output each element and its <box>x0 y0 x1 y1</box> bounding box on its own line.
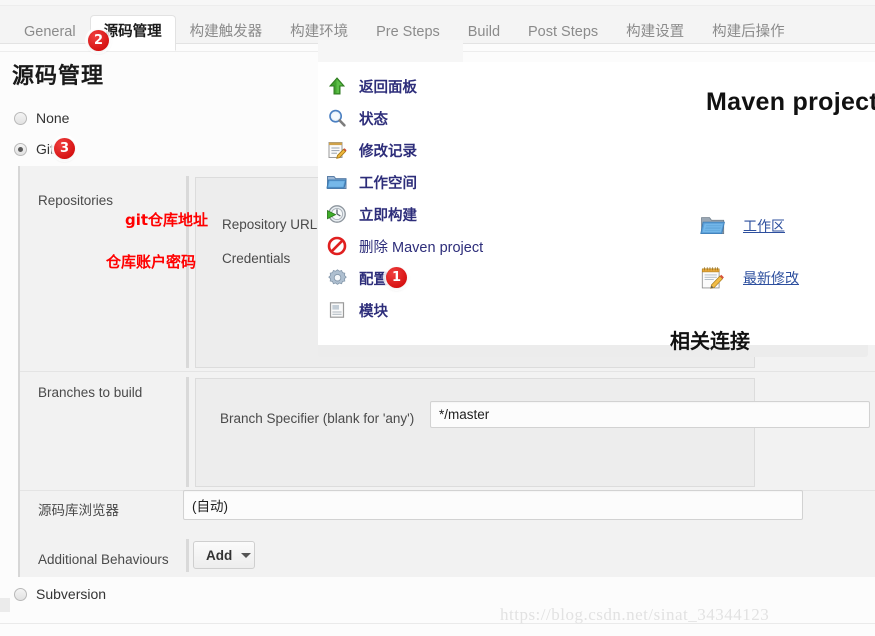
scm-option-git[interactable]: Git <box>14 142 54 156</box>
menu-item-modules[interactable]: 模块 <box>324 294 483 326</box>
blog-watermark: https://blog.csdn.net/sinat_34344123 <box>500 605 770 624</box>
repository-url-label: Repository URL <box>222 217 318 232</box>
annotation-badge-3: 3 <box>54 138 75 159</box>
menu-item-changes[interactable]: 修改记录 <box>324 134 483 166</box>
scm-option-none[interactable]: None <box>14 111 69 125</box>
scm-option-subversion[interactable]: Subversion <box>14 587 106 601</box>
gear-icon <box>324 266 350 290</box>
scm-option-subversion-label: Subversion <box>36 586 107 602</box>
project-context-menu-overlay: 返回面板 状态 修改记录 工作空间 立即构建 删除 Maven project … <box>318 62 875 353</box>
scm-option-git-label: Git <box>36 141 54 157</box>
menu-item-build-now[interactable]: 立即构建 <box>324 198 483 230</box>
tab-post-steps[interactable]: Post Steps <box>514 15 612 50</box>
project-menu-list: 返回面板 状态 修改记录 工作空间 立即构建 删除 Maven project … <box>324 70 483 326</box>
branches-panel <box>195 378 755 487</box>
page-title: 源码管理 <box>12 63 105 88</box>
latest-changes-notepad-icon <box>700 266 726 290</box>
module-icon <box>324 298 350 322</box>
repositories-label: Repositories <box>38 193 114 208</box>
credentials-label: Credentials <box>222 251 291 266</box>
menu-item-configure[interactable]: 配置 1 <box>324 262 483 294</box>
menu-item-workspace[interactable]: 工作空间 <box>324 166 483 198</box>
menu-item-status[interactable]: 状态 <box>324 102 483 134</box>
branches-divider <box>186 377 189 487</box>
menu-item-label: 删除 Maven project <box>359 239 484 256</box>
add-behaviour-button-label: Add <box>206 547 233 563</box>
annotation-credentials: 仓库账户密码 <box>106 253 197 271</box>
menu-item-delete-project[interactable]: 删除 Maven project <box>324 230 483 262</box>
tab-general[interactable]: General <box>10 15 90 50</box>
menu-item-back-to-dashboard[interactable]: 返回面板 <box>324 70 483 102</box>
menu-item-label: 修改记录 <box>359 143 417 160</box>
additional-behaviours-label: Additional Behaviours <box>38 552 169 567</box>
annotation-badge-2: 2 <box>88 30 109 51</box>
menu-item-label: 状态 <box>359 111 388 128</box>
workspace-folder-icon <box>700 214 726 238</box>
radio-subversion-icon[interactable] <box>14 587 27 601</box>
branch-specifier-label: Branch Specifier (blank for 'any') <box>220 411 415 426</box>
branch-specifier-input[interactable]: */master <box>430 401 870 428</box>
scm-option-none-label: None <box>36 110 70 126</box>
related-links-title: 相关连接 <box>670 331 750 353</box>
footer-left-stub <box>0 598 10 612</box>
overlay-tab-stub <box>318 40 463 63</box>
tab-build-triggers[interactable]: 构建触发器 <box>176 15 277 50</box>
latest-changes-link[interactable]: 最新修改 <box>743 268 799 288</box>
delete-forbidden-icon <box>324 234 350 258</box>
radio-git-icon[interactable] <box>14 142 27 156</box>
overlay-bottom-band <box>318 345 868 357</box>
jenkins-job-config-page: General 源码管理 构建触发器 构建环境 Pre Steps Build … <box>0 0 875 636</box>
chevron-down-icon <box>241 552 252 558</box>
repository-browser-select[interactable]: (自动) <box>183 490 803 520</box>
notepad-pencil-icon <box>324 138 350 162</box>
tab-post-build-actions[interactable]: 构建后操作 <box>698 15 799 50</box>
magnifier-icon <box>324 106 350 130</box>
workspace-link[interactable]: 工作区 <box>743 216 785 236</box>
radio-none-icon[interactable] <box>14 111 27 125</box>
annotation-repo-url: git仓库地址 <box>125 211 209 229</box>
section-divider-1 <box>20 371 875 372</box>
repository-browser-label: 源码库浏览器 <box>38 503 119 518</box>
tab-build-settings[interactable]: 构建设置 <box>612 15 698 50</box>
workspace-link-row[interactable]: 工作区 <box>700 214 785 238</box>
menu-item-label: 模块 <box>359 303 388 320</box>
menu-item-label: 配置 <box>359 271 388 288</box>
up-arrow-icon <box>324 74 350 98</box>
branches-to-build-label: Branches to build <box>38 385 143 400</box>
config-tabbar: General 源码管理 构建触发器 构建环境 Pre Steps Build … <box>0 6 875 51</box>
build-now-icon <box>324 202 350 226</box>
project-title: Maven project <box>705 88 875 116</box>
folder-icon <box>324 170 350 194</box>
behaviours-divider <box>186 539 189 572</box>
menu-item-label: 工作空间 <box>359 175 417 192</box>
menu-item-label: 返回面板 <box>359 79 417 96</box>
menu-item-label: 立即构建 <box>359 207 417 224</box>
add-behaviour-button[interactable]: Add <box>193 541 255 569</box>
annotation-badge-1: 1 <box>386 267 407 288</box>
repositories-divider <box>186 176 189 368</box>
latest-changes-link-row[interactable]: 最新修改 <box>700 266 799 290</box>
